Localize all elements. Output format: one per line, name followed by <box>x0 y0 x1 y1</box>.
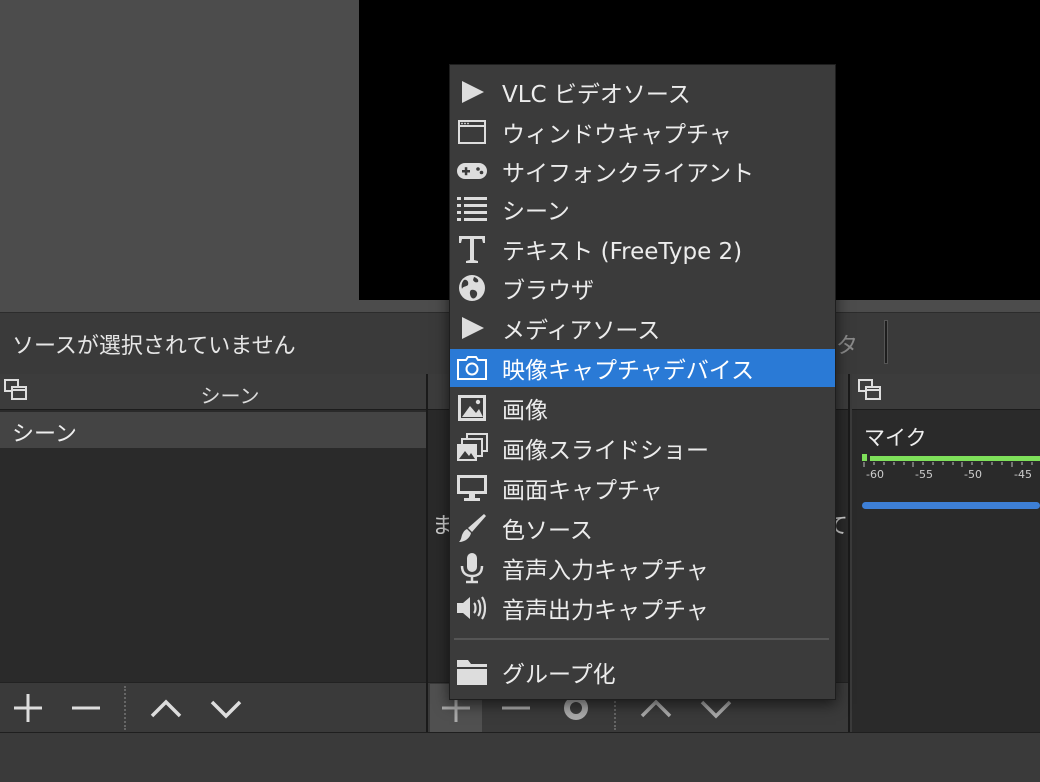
play-icon <box>454 310 490 346</box>
speaker-icon <box>454 590 490 626</box>
menu-item-scene[interactable]: シーン <box>450 190 835 228</box>
scenes-list <box>0 410 426 682</box>
play-icon <box>454 74 490 110</box>
plus-icon <box>14 694 42 722</box>
menu-item-label: 画面キャプチャ <box>502 478 663 504</box>
slideshow-icon <box>454 430 490 466</box>
gamepad-icon <box>454 153 490 189</box>
menu-item-label: 画像 <box>502 398 548 424</box>
menu-item-audio-output-capture[interactable]: 音声出力キャプチャ <box>450 589 835 627</box>
camera-icon <box>454 350 490 386</box>
menu-item-video-capture-device[interactable]: 映像キャプチャデバイス <box>450 349 835 387</box>
menu-item-label: テキスト (FreeType 2) <box>502 239 743 265</box>
menu-item-group[interactable]: グループ化 <box>450 653 835 691</box>
meter-tick-label: -55 <box>915 468 933 481</box>
folder-icon <box>454 654 490 690</box>
menu-item-label: ブラウザ <box>502 278 594 304</box>
menu-item-browser[interactable]: ブラウザ <box>450 269 835 307</box>
brush-icon <box>454 510 490 546</box>
menu-item-label: グループ化 <box>502 662 616 688</box>
meter-tick-label: -50 <box>964 468 982 481</box>
text-icon <box>454 231 490 267</box>
menu-item-label: 音声出力キャプチャ <box>502 598 709 624</box>
chevron-up-icon <box>150 699 182 718</box>
minus-icon <box>72 706 100 710</box>
microphone-icon <box>454 550 490 586</box>
scene-item-label: シーン <box>12 422 77 447</box>
meter-tick-label: -45 <box>1014 468 1032 481</box>
menu-item-text-freetype2[interactable]: テキスト (FreeType 2) <box>450 230 835 268</box>
chevron-down-icon <box>210 700 242 719</box>
status-divider <box>884 320 888 364</box>
menu-item-syphon-client[interactable]: サイフォンクライアント <box>450 152 835 190</box>
no-source-selected-label: ソースが選択されていません <box>12 334 296 359</box>
menu-item-audio-input-capture[interactable]: 音声入力キャプチャ <box>450 549 835 587</box>
list-icon <box>454 191 490 227</box>
meter-scale: -60 -55 -50 -45 <box>863 462 1033 481</box>
menu-item-media-source[interactable]: メディアソース <box>450 309 835 347</box>
menu-item-label: サイフォンクライアント <box>502 161 755 187</box>
menu-item-label: シーン <box>502 199 570 225</box>
move-scene-up-button[interactable] <box>142 684 190 732</box>
scenes-dock-title: シーン <box>200 384 260 408</box>
add-source-context-menu: VLC ビデオソース ウィンドウキャプチャ サイフォンクライアント シーン テキ… <box>449 64 836 700</box>
remove-scene-button[interactable] <box>62 684 110 732</box>
window-icon <box>454 114 490 150</box>
mixer-channel-label: マイク <box>864 426 927 450</box>
meter-tick-label: -60 <box>866 468 884 481</box>
move-scene-down-button[interactable] <box>202 684 250 732</box>
status-right-label: タ <box>836 334 859 359</box>
bottom-controls-bar <box>0 732 1040 782</box>
add-scene-button[interactable] <box>4 684 52 732</box>
monitor-icon <box>454 470 490 506</box>
menu-item-vlc-video-source[interactable]: VLC ビデオソース <box>450 73 835 111</box>
menu-item-color-source[interactable]: 色ソース <box>450 509 835 547</box>
menu-item-label: 色ソース <box>502 518 593 544</box>
menu-item-display-capture[interactable]: 画面キャプチャ <box>450 469 835 507</box>
image-icon <box>454 390 490 426</box>
menu-item-image[interactable]: 画像 <box>450 389 835 427</box>
audio-level-meter <box>862 454 1040 461</box>
menu-item-label: 音声入力キャプチャ <box>502 558 709 584</box>
menu-item-image-slideshow[interactable]: 画像スライドショー <box>450 429 835 467</box>
menu-item-label: ウィンドウキャプチャ <box>502 122 732 148</box>
volume-slider[interactable] <box>862 502 1040 509</box>
globe-icon <box>454 270 490 306</box>
dock-separator[interactable] <box>848 374 850 732</box>
menu-separator <box>454 638 829 640</box>
menu-item-label: VLC ビデオソース <box>502 82 691 108</box>
menu-item-window-capture[interactable]: ウィンドウキャプチャ <box>450 113 835 151</box>
menu-item-label: 映像キャプチャデバイス <box>502 358 755 384</box>
left-panel-background <box>0 0 359 312</box>
dock-float-icon[interactable] <box>856 376 884 404</box>
toolbar-separator <box>124 686 126 730</box>
menu-item-label: メディアソース <box>502 318 661 344</box>
menu-item-label: 画像スライドショー <box>502 438 709 464</box>
